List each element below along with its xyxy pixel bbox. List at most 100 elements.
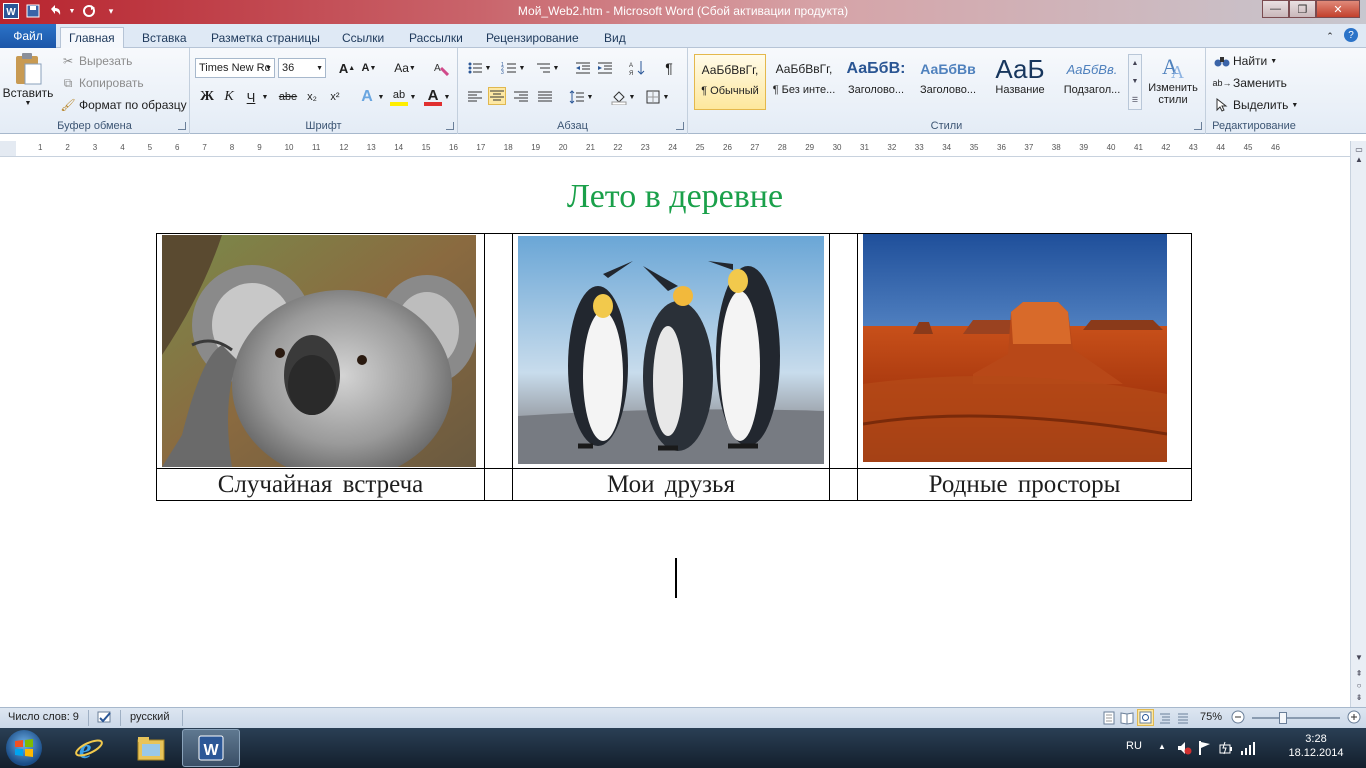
document-area[interactable]: Лето в деревне Случайная встреча Мои дру…: [0, 158, 1350, 706]
styles-gallery-scroll[interactable]: ▲ ▼ ☰: [1128, 54, 1142, 110]
zoom-slider-thumb[interactable]: [1279, 712, 1287, 724]
internet-explorer-button[interactable]: e: [60, 729, 118, 767]
input-language[interactable]: RU: [1126, 740, 1142, 752]
scroll-up-icon[interactable]: ▲: [1132, 60, 1139, 67]
draft-view-icon[interactable]: [1176, 711, 1190, 728]
zoom-level[interactable]: 75%: [1200, 711, 1222, 723]
table-cell[interactable]: [156, 233, 485, 469]
font-size-input[interactable]: 36 ▼: [278, 58, 326, 78]
restore-button[interactable]: ❐: [1289, 0, 1316, 18]
superscript-button[interactable]: x²: [326, 88, 344, 106]
multilevel-dropdown-icon[interactable]: ▼: [552, 59, 560, 77]
underline-dropdown-icon[interactable]: ▼: [260, 88, 270, 106]
increase-indent-icon[interactable]: [596, 59, 614, 77]
shading-icon[interactable]: [610, 88, 628, 106]
word-taskbar-button[interactable]: W: [182, 729, 240, 767]
replace-button[interactable]: ab→ Заменить: [1213, 75, 1287, 91]
clipboard-launcher-icon[interactable]: [178, 122, 186, 130]
table-cell[interactable]: [512, 233, 830, 469]
volume-muted-icon[interactable]: [1176, 740, 1192, 759]
full-screen-reading-icon[interactable]: [1120, 711, 1134, 728]
minimize-ribbon-icon[interactable]: ⌃: [1322, 28, 1338, 44]
tab-view[interactable]: Вид: [596, 27, 634, 48]
text-effects-button[interactable]: A: [358, 88, 376, 106]
cut-button[interactable]: ✂ Вырезать: [60, 53, 132, 69]
tab-insert[interactable]: Вставка: [134, 27, 195, 48]
change-styles-button[interactable]: AA Изменить стили: [1144, 52, 1202, 106]
penguins-photo[interactable]: [518, 236, 824, 464]
caption-penguins[interactable]: Мои друзья: [512, 468, 830, 501]
koala-photo[interactable]: [162, 235, 476, 467]
subscript-button[interactable]: x₂: [303, 88, 321, 106]
zoom-slider[interactable]: [1252, 717, 1340, 719]
word-count[interactable]: Число слов: 9: [8, 711, 79, 723]
bullets-dropdown-icon[interactable]: ▼: [484, 59, 492, 77]
close-button[interactable]: ✕: [1316, 0, 1360, 18]
tab-review[interactable]: Рецензирование: [478, 27, 587, 48]
grow-font-button[interactable]: A ▲: [338, 59, 356, 77]
italic-button[interactable]: К: [220, 88, 238, 106]
tab-file[interactable]: Файл: [0, 24, 56, 48]
desert-photo[interactable]: [863, 234, 1167, 462]
paragraph-launcher-icon[interactable]: [676, 122, 684, 130]
multilevel-list-icon[interactable]: [534, 59, 552, 77]
tab-references[interactable]: Ссылки: [334, 27, 392, 48]
align-right-icon[interactable]: [512, 88, 530, 106]
table-cell-spacer[interactable]: [484, 468, 513, 501]
bullets-icon[interactable]: [466, 59, 484, 77]
copy-button[interactable]: ⧉ Копировать: [60, 75, 144, 91]
photo-table[interactable]: Случайная встреча Мои друзья Родные прос…: [156, 233, 1192, 501]
ruler-tab-selector[interactable]: [0, 141, 16, 156]
language-indicator[interactable]: русский: [130, 711, 169, 723]
table-cell-spacer[interactable]: [484, 233, 513, 469]
decrease-indent-icon[interactable]: [574, 59, 592, 77]
style-title[interactable]: АаБ Название: [984, 54, 1056, 110]
borders-dropdown-icon[interactable]: ▼: [662, 88, 670, 106]
font-color-dropdown-icon[interactable]: ▼: [442, 88, 452, 106]
sort-icon[interactable]: АЯ: [628, 59, 646, 77]
browse-object-icon[interactable]: ○: [1353, 681, 1365, 693]
line-spacing-dropdown-icon[interactable]: ▼: [586, 88, 594, 106]
horizontal-ruler[interactable]: 1 2 3 4 5 6 7 8 9 10 11 12 13 14 15 16 17 18 19 20 21 22 23 24 2…: [0, 141, 1350, 157]
bold-button[interactable]: Ж: [198, 88, 216, 106]
numbering-dropdown-icon[interactable]: ▼: [518, 59, 526, 77]
vertical-scrollbar[interactable]: ▭ ▲ ▼ ⇞ ○ ⇟: [1350, 141, 1366, 707]
web-layout-view-icon[interactable]: [1137, 709, 1154, 726]
table-cell-spacer[interactable]: [829, 233, 858, 469]
select-button[interactable]: Выделить ▼: [1214, 97, 1298, 113]
caption-desert[interactable]: Родные просторы: [857, 468, 1192, 501]
zoom-in-icon[interactable]: [1347, 710, 1361, 727]
minimize-button[interactable]: —: [1262, 0, 1289, 18]
print-layout-view-icon[interactable]: [1102, 711, 1116, 728]
font-launcher-icon[interactable]: [446, 122, 454, 130]
font-color-button[interactable]: A: [424, 87, 442, 106]
table-cell-spacer[interactable]: [829, 468, 858, 501]
proofing-icon[interactable]: [96, 710, 114, 729]
format-painter-button[interactable]: 🖌 Формат по образцу: [60, 97, 186, 113]
explorer-button[interactable]: [122, 729, 180, 767]
tab-home[interactable]: Главная: [60, 27, 124, 48]
outline-view-icon[interactable]: [1158, 711, 1172, 728]
find-button[interactable]: Найти ▼: [1214, 53, 1277, 69]
style-no-spacing[interactable]: АаБбВвГг, ¶ Без инте...: [768, 54, 840, 110]
borders-icon[interactable]: [644, 88, 662, 106]
underline-button[interactable]: Ч: [242, 88, 260, 106]
more-styles-icon[interactable]: ☰: [1132, 96, 1138, 104]
highlight-button[interactable]: ab: [390, 88, 408, 106]
start-button[interactable]: [6, 730, 42, 766]
show-hidden-icons[interactable]: ▲: [1158, 742, 1166, 751]
change-case-button[interactable]: Aa ▼: [392, 59, 418, 77]
help-icon[interactable]: ?: [1344, 28, 1358, 42]
highlight-dropdown-icon[interactable]: ▼: [408, 88, 418, 106]
show-marks-button[interactable]: ¶: [660, 59, 678, 77]
caption-koala[interactable]: Случайная встреча: [156, 468, 485, 501]
action-center-flag-icon[interactable]: [1198, 740, 1212, 759]
strikethrough-button[interactable]: abe: [276, 88, 300, 106]
style-heading-1[interactable]: АаБбВ: Заголово...: [840, 54, 912, 110]
styles-launcher-icon[interactable]: [1194, 122, 1202, 130]
zoom-out-icon[interactable]: [1231, 710, 1245, 727]
prev-page-icon[interactable]: ⇞: [1353, 669, 1365, 681]
scroll-up-arrow-icon[interactable]: ▲: [1353, 155, 1365, 167]
align-left-icon[interactable]: [466, 88, 484, 106]
shading-dropdown-icon[interactable]: ▼: [628, 88, 636, 106]
